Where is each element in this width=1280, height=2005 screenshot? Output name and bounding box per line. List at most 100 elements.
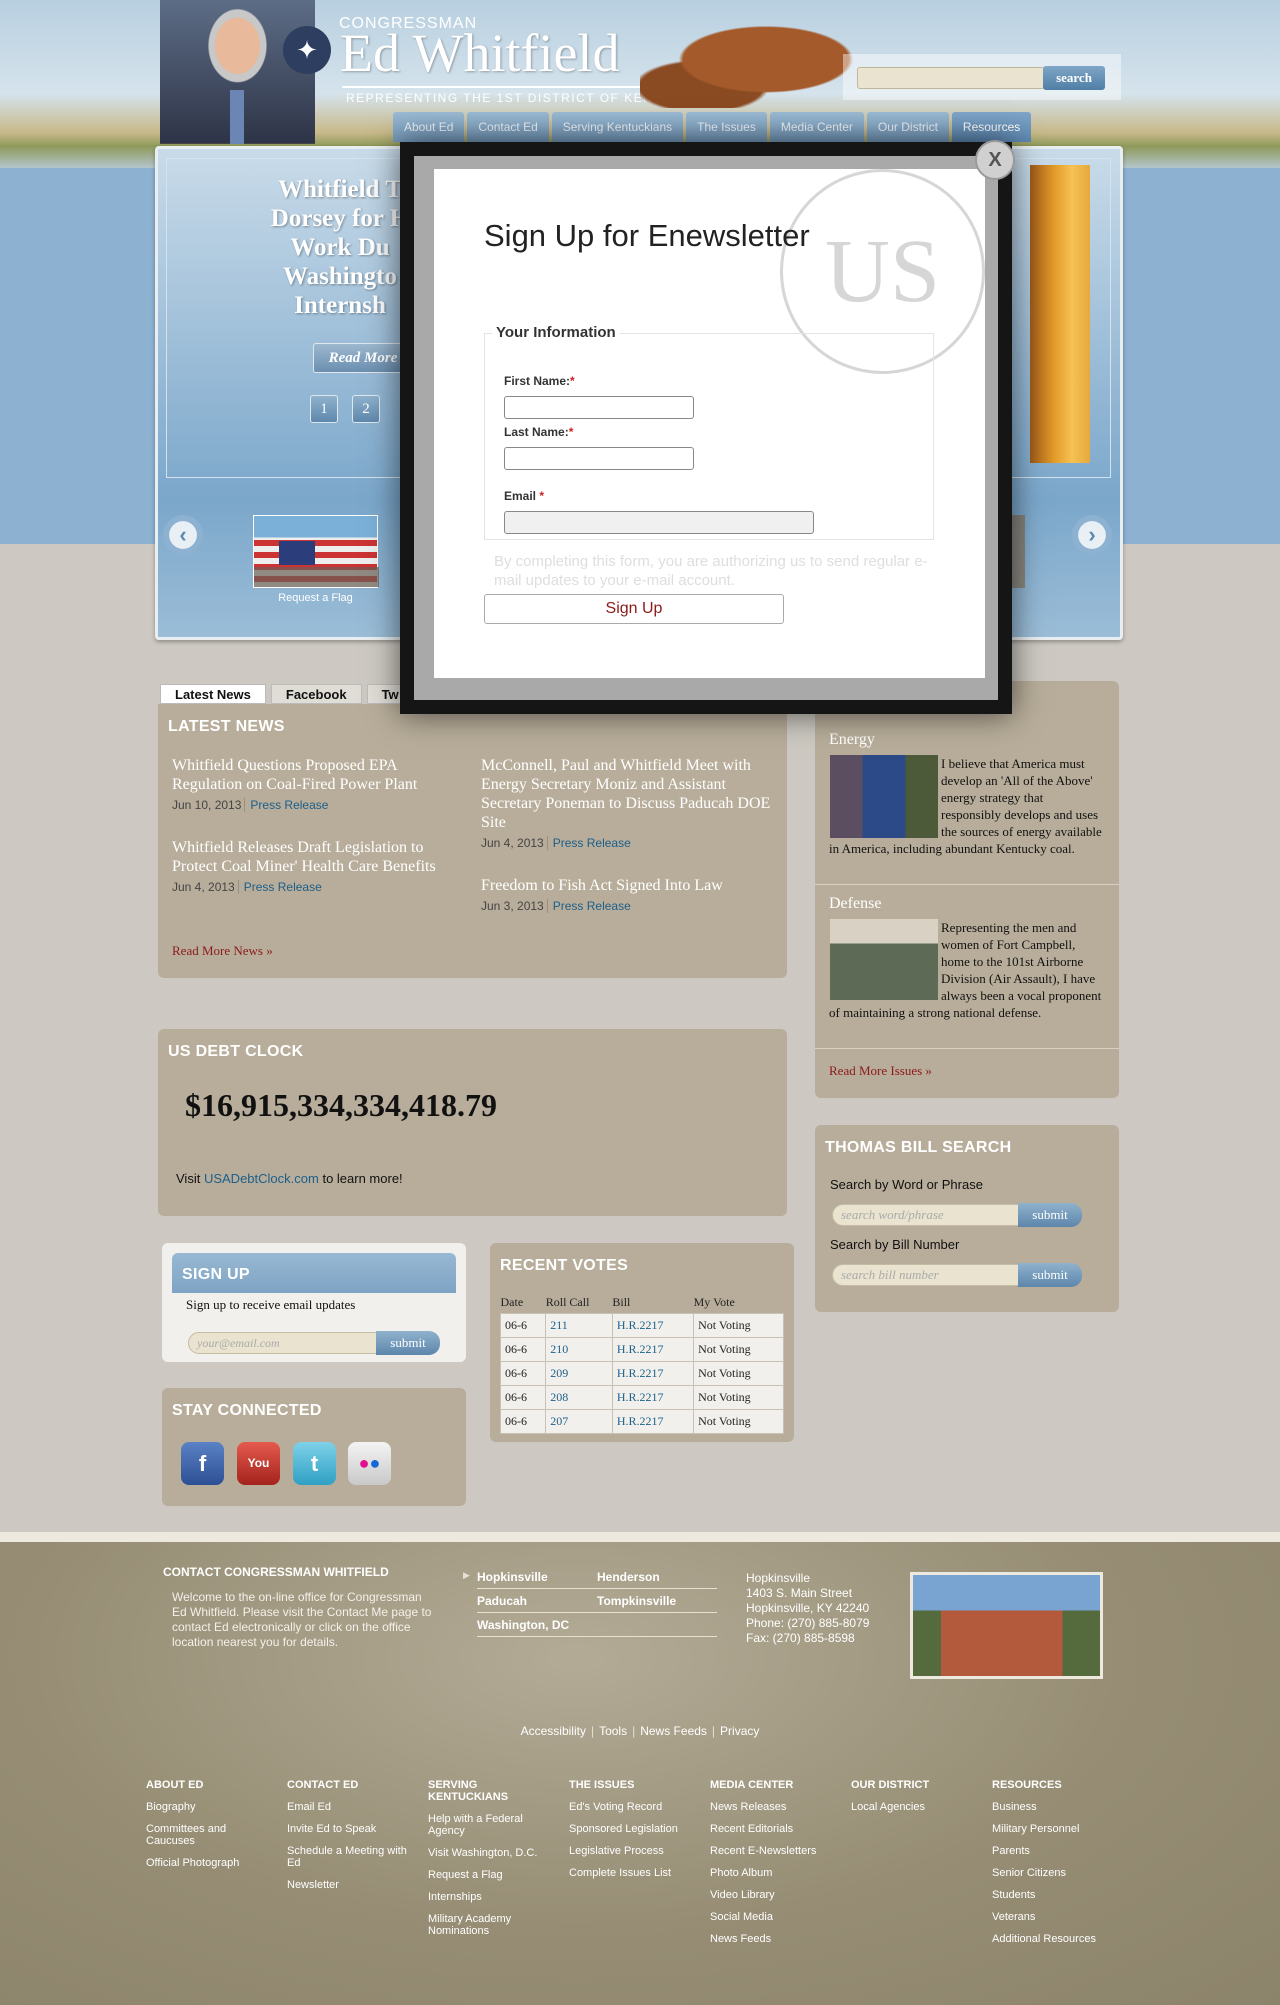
- footer-link[interactable]: Students: [992, 1889, 1122, 1901]
- footer-col-title[interactable]: OUR DISTRICT: [851, 1779, 981, 1791]
- first-name-input[interactable]: [504, 396, 694, 419]
- slide-page-2-button[interactable]: 2: [352, 395, 380, 423]
- footer-link[interactable]: Business: [992, 1801, 1122, 1813]
- issue-title-energy[interactable]: Energy: [829, 731, 875, 749]
- footer-link[interactable]: Invite Ed to Speak: [287, 1823, 417, 1835]
- footer-link[interactable]: Help with a Federal Agency: [428, 1813, 558, 1837]
- brand-name-logo[interactable]: Ed Whitfield: [340, 22, 619, 84]
- footer-link[interactable]: Military Personnel: [992, 1823, 1122, 1835]
- vote-roll-call-link[interactable]: 208: [545, 1385, 613, 1410]
- thomas-phrase-input[interactable]: search word/phrase: [832, 1204, 1022, 1226]
- news-item-title[interactable]: Whitfield Questions Proposed EPA Regulat…: [172, 756, 452, 794]
- nav-about-ed[interactable]: About Ed: [393, 112, 465, 142]
- search-button[interactable]: search: [1043, 66, 1105, 90]
- footer-col-title[interactable]: ABOUT ED: [146, 1779, 276, 1791]
- thumb-label[interactable]: Request a Flag: [253, 592, 378, 604]
- footer-link[interactable]: News Releases: [710, 1801, 840, 1813]
- footer-link[interactable]: Social Media: [710, 1911, 840, 1923]
- office-washington-dc[interactable]: Washington, DC: [477, 1618, 569, 1632]
- footer-link[interactable]: Veterans: [992, 1911, 1122, 1923]
- signup-submit-button[interactable]: submit: [376, 1331, 440, 1355]
- footer-link[interactable]: Visit Washington, D.C.: [428, 1847, 558, 1859]
- footer-link[interactable]: Senior Citizens: [992, 1867, 1122, 1879]
- close-icon[interactable]: X: [975, 140, 1015, 180]
- footer-link[interactable]: Complete Issues List: [569, 1867, 699, 1879]
- news-item-category[interactable]: Press Release: [546, 899, 631, 913]
- thumb-request-flag[interactable]: [253, 515, 379, 588]
- email-input[interactable]: [504, 511, 814, 534]
- news-item-title[interactable]: McConnell, Paul and Whitfield Meet with …: [481, 756, 771, 832]
- footer-link[interactable]: Newsletter: [287, 1879, 417, 1891]
- footer-col-title[interactable]: MEDIA CENTER: [710, 1779, 840, 1791]
- vote-roll-call-link[interactable]: 207: [545, 1409, 613, 1434]
- nav-resources[interactable]: Resources: [951, 112, 1032, 142]
- footer-link[interactable]: Recent Editorials: [710, 1823, 840, 1835]
- office-paducah[interactable]: Paducah: [477, 1594, 527, 1608]
- footer-link[interactable]: Email Ed: [287, 1801, 417, 1813]
- slide-read-more-button[interactable]: Read More: [313, 343, 413, 373]
- youtube-icon[interactable]: You: [237, 1442, 280, 1485]
- footer-link[interactable]: Request a Flag: [428, 1869, 558, 1881]
- debt-clock-link[interactable]: USADebtClock.com: [204, 1171, 319, 1186]
- footer-col-title[interactable]: SERVING KENTUCKIANS: [428, 1779, 558, 1803]
- footer-col-title[interactable]: CONTACT ED: [287, 1779, 417, 1791]
- footer-link[interactable]: Legislative Process: [569, 1845, 699, 1857]
- footer-link[interactable]: Schedule a Meeting with Ed: [287, 1845, 417, 1869]
- office-hopkinsville[interactable]: Hopkinsville: [477, 1570, 548, 1584]
- footer-link[interactable]: Sponsored Legislation: [569, 1823, 699, 1835]
- news-item-category[interactable]: Press Release: [237, 880, 322, 894]
- nav-the-issues[interactable]: The Issues: [686, 112, 767, 142]
- nav-contact-ed[interactable]: Contact Ed: [467, 112, 549, 142]
- issue-title-defense[interactable]: Defense: [829, 895, 881, 913]
- footer-col-title[interactable]: THE ISSUES: [569, 1779, 699, 1791]
- footer-link[interactable]: Local Agencies: [851, 1801, 981, 1813]
- footer-link[interactable]: Military Academy Nominations: [428, 1913, 558, 1937]
- vote-bill-link[interactable]: H.R.2217: [611, 1409, 695, 1434]
- modal-sign-up-button[interactable]: Sign Up: [484, 594, 784, 624]
- vote-roll-call-link[interactable]: 209: [545, 1361, 613, 1386]
- news-item-title[interactable]: Freedom to Fish Act Signed Into Law: [481, 876, 771, 895]
- read-more-issues-link[interactable]: Read More Issues »: [829, 1063, 932, 1079]
- footer-link[interactable]: Ed's Voting Record: [569, 1801, 699, 1813]
- footer-link[interactable]: Additional Resources: [992, 1933, 1122, 1945]
- flickr-icon[interactable]: ●●: [348, 1442, 391, 1485]
- last-name-input[interactable]: [504, 447, 694, 470]
- vote-bill-link[interactable]: H.R.2217: [611, 1361, 695, 1386]
- twitter-icon[interactable]: t: [293, 1442, 336, 1485]
- util-accessibility-link[interactable]: Accessibility: [516, 1724, 591, 1738]
- footer-link[interactable]: News Feeds: [710, 1933, 840, 1945]
- footer-link[interactable]: Video Library: [710, 1889, 840, 1901]
- footer-link[interactable]: Recent E-Newsletters: [710, 1845, 840, 1857]
- thomas-bill-input[interactable]: search bill number: [832, 1264, 1022, 1286]
- footer-link[interactable]: Committees and Caucuses: [146, 1823, 276, 1847]
- vote-roll-call-link[interactable]: 210: [545, 1337, 613, 1362]
- thomas-bill-submit[interactable]: submit: [1018, 1263, 1082, 1287]
- footer-col-title[interactable]: RESOURCES: [992, 1779, 1122, 1791]
- vote-bill-link[interactable]: H.R.2217: [611, 1313, 695, 1338]
- footer-link[interactable]: Internships: [428, 1891, 558, 1903]
- left-arrow-icon[interactable]: ‹: [163, 515, 203, 555]
- tab-facebook[interactable]: Facebook: [270, 684, 362, 704]
- office-henderson[interactable]: Henderson: [597, 1570, 660, 1584]
- read-more-news-link[interactable]: Read More News »: [172, 943, 273, 959]
- nav-media-center[interactable]: Media Center: [769, 112, 864, 142]
- search-input[interactable]: [857, 67, 1045, 89]
- tab-latest-news[interactable]: Latest News: [160, 684, 266, 704]
- slide-page-1-button[interactable]: 1: [310, 395, 338, 423]
- office-tompkinsville[interactable]: Tompkinsville: [597, 1594, 676, 1608]
- footer-link[interactable]: Official Photograph: [146, 1857, 276, 1869]
- util-news-feeds-link[interactable]: News Feeds: [635, 1724, 712, 1738]
- footer-link[interactable]: Parents: [992, 1845, 1122, 1857]
- util-tools-link[interactable]: Tools: [594, 1724, 632, 1738]
- footer-link[interactable]: Biography: [146, 1801, 276, 1813]
- thomas-phrase-submit[interactable]: submit: [1018, 1203, 1082, 1227]
- nav-our-district[interactable]: Our District: [866, 112, 949, 142]
- facebook-icon[interactable]: f: [181, 1442, 224, 1485]
- footer-link[interactable]: Photo Album: [710, 1867, 840, 1879]
- right-arrow-icon[interactable]: ›: [1072, 515, 1112, 555]
- util-privacy-link[interactable]: Privacy: [715, 1724, 764, 1738]
- vote-roll-call-link[interactable]: 211: [545, 1313, 613, 1338]
- vote-bill-link[interactable]: H.R.2217: [611, 1385, 695, 1410]
- signup-email-input[interactable]: your@email.com: [188, 1332, 378, 1354]
- news-item-category[interactable]: Press Release: [546, 836, 631, 850]
